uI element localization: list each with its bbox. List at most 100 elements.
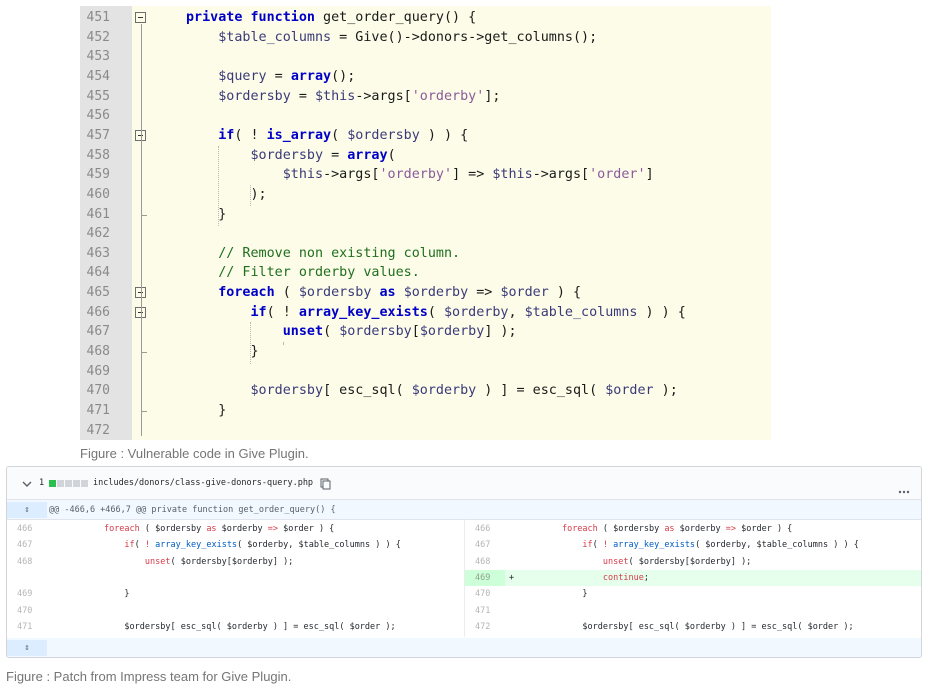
diffstat-bar <box>49 480 93 487</box>
right-line-number[interactable]: 466 <box>465 521 505 537</box>
hunk-header-text: @@ -466,6 +466,7 @@ private function get… <box>49 505 336 515</box>
code-line: 458 $ordersby = array( <box>80 146 771 166</box>
indent-guide <box>250 184 252 207</box>
code-text: $query = array(); <box>218 68 356 84</box>
indent-guide <box>218 145 220 227</box>
fold-end-marker <box>141 352 147 354</box>
line-number: 462 <box>86 226 110 242</box>
more-horizontal-icon[interactable] <box>898 481 910 494</box>
indent-guide <box>250 322 252 364</box>
line-number: 464 <box>86 265 110 281</box>
right-code: foreach ( $ordersby as $orderby => $orde… <box>561 524 793 534</box>
code-line: 464 // Filter orderby values. <box>80 263 771 283</box>
left-line-number[interactable]: 471 <box>7 619 47 635</box>
changes-count: 1 <box>39 478 45 488</box>
fold-toggle-icon[interactable] <box>135 12 146 23</box>
expand-down-button[interactable]: ⇕ <box>7 640 47 656</box>
code-line: 460 ); <box>80 185 771 205</box>
line-number: 456 <box>86 108 110 124</box>
code-line: 454 $query = array(); <box>80 67 771 87</box>
code-line: 463 // Remove non existing column. <box>80 244 771 264</box>
line-number: 470 <box>86 383 110 399</box>
line-number: 452 <box>86 29 110 45</box>
code-line: 461 } <box>80 205 771 225</box>
line-number: 469 <box>86 363 110 379</box>
left-line-number[interactable]: 468 <box>7 554 47 570</box>
line-number: 460 <box>86 186 110 202</box>
fold-line <box>141 23 142 437</box>
code-line: 452 $table_columns = Give()->donors->get… <box>80 28 771 48</box>
code-line: 457 if( ! is_array( $ordersby ) ) { <box>80 126 771 146</box>
figure-caption-patch: Figure : Patch from Impress team for Giv… <box>6 669 292 684</box>
right-code: } <box>521 589 588 600</box>
code-text: // Filter orderby values. <box>218 265 420 281</box>
right-line-number[interactable]: 470 <box>465 586 505 602</box>
file-path[interactable]: includes/donors/class-give-donors-query.… <box>93 478 313 488</box>
line-number: 458 <box>86 147 110 163</box>
right-line-number[interactable]: 471 <box>465 603 505 619</box>
code-line: 462 <box>80 224 771 244</box>
code-line: 468 } <box>80 342 771 362</box>
right-line-number[interactable]: 469 <box>465 570 505 586</box>
code-line: 471 } <box>80 401 771 421</box>
code-line: 465 foreach ( $ordersby as $orderby => $… <box>80 283 771 303</box>
code-line: 467 unset( $ordersby[$orderby] ); <box>80 322 771 342</box>
line-number: 463 <box>86 245 110 261</box>
right-code: continue; <box>602 572 649 583</box>
right-code: if( ! array_key_exists( $orderby, $table… <box>582 540 859 551</box>
left-code: if( ! array_key_exists( $orderby, $table… <box>124 540 401 551</box>
line-number: 466 <box>86 304 110 320</box>
code-line: 456 <box>80 106 771 126</box>
line-number: 465 <box>86 285 110 301</box>
diff-file-header: 1 includes/donors/class-give-donors-quer… <box>7 467 921 500</box>
left-line-number[interactable]: 466 <box>7 521 47 537</box>
left-code: unset( $ordersby[$orderby] ); <box>144 556 294 567</box>
line-number: 454 <box>86 68 110 84</box>
right-line-number[interactable]: 468 <box>465 554 505 570</box>
right-code: unset( $ordersby[$orderby] ); <box>602 556 752 567</box>
code-text: if( ! array_key_exists( $orderby, $table… <box>250 304 686 320</box>
added-marker: + <box>509 572 515 583</box>
fold-end-marker <box>141 214 147 216</box>
right-code: $ordersby[ esc_sql( $orderby ) ] = esc_s… <box>521 621 854 632</box>
fold-end-marker <box>141 411 147 412</box>
line-number: 459 <box>86 167 110 183</box>
indent-guide <box>282 342 284 345</box>
code-text: $ordersby[ esc_sql( $orderby ) ] = esc_s… <box>250 383 678 399</box>
code-text: private function get_order_query() { <box>186 10 477 25</box>
expand-icon: ⇕ <box>24 643 30 653</box>
code-line: 466 if( ! array_key_exists( $orderby, $t… <box>80 303 771 323</box>
split-divider <box>464 519 465 637</box>
line-number: 461 <box>86 206 110 222</box>
code-text: } <box>186 403 227 418</box>
code-text: // Remove non existing column. <box>218 245 461 261</box>
code-line: 469 <box>80 362 771 382</box>
line-number: 472 <box>86 422 110 438</box>
right-line-number[interactable]: 472 <box>465 619 505 635</box>
code-line: 472 <box>80 421 771 440</box>
code-line: 453 <box>80 47 771 67</box>
line-number: 467 <box>86 324 110 340</box>
left-line-number[interactable]: 467 <box>7 537 47 553</box>
line-number: 457 <box>86 127 110 143</box>
expand-icon: ⇕ <box>24 505 30 515</box>
line-number: 455 <box>86 88 110 104</box>
hunk-header: ⇕ @@ -466,6 +466,7 @@ private function g… <box>7 500 921 520</box>
code-text: foreach ( $ordersby as $orderby => $orde… <box>218 285 582 301</box>
right-line-number[interactable]: 467 <box>465 537 505 553</box>
chevron-down-icon[interactable] <box>21 477 33 489</box>
diff-viewer: 1 includes/donors/class-give-donors-quer… <box>6 466 922 658</box>
copy-icon[interactable] <box>320 477 331 490</box>
code-text: if( ! is_array( $ordersby ) ) { <box>218 127 469 143</box>
left-code: foreach ( $ordersby as $orderby => $orde… <box>103 524 335 534</box>
code-line: 470 $ordersby[ esc_sql( $orderby ) ] = e… <box>80 381 771 401</box>
code-line: 451 private function get_order_query() { <box>80 8 771 28</box>
left-line-number[interactable]: 470 <box>7 603 47 619</box>
line-number: 471 <box>86 403 110 418</box>
code-text: unset( $ordersby[$orderby] ); <box>282 324 517 340</box>
code-editor: 451 private function get_order_query() {4… <box>80 6 771 440</box>
left-line-number[interactable]: 469 <box>7 586 47 602</box>
left-line-number[interactable] <box>7 570 47 586</box>
expand-up-button[interactable]: ⇕ <box>7 502 47 518</box>
left-code: } <box>63 589 130 600</box>
